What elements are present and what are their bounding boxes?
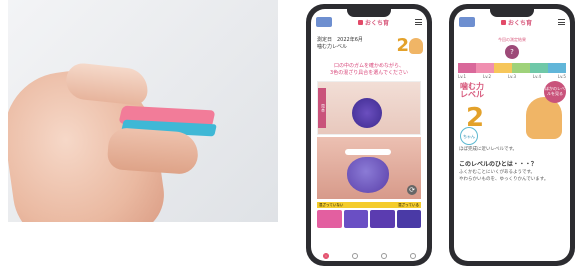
app-title: おくち育 — [357, 18, 389, 27]
sample-label: 見本 — [318, 88, 326, 128]
phone-screen-2: おくち育 今回の測定結果 ? Lv.1 Lv.2 Lv.3 Lv.4 Lv.5 … — [454, 9, 570, 261]
app-logo[interactable] — [459, 17, 475, 27]
tab-2[interactable] — [351, 253, 358, 259]
sample-tongue — [352, 98, 382, 128]
swatch-2[interactable] — [343, 210, 368, 228]
scale-seg-6 — [548, 63, 566, 73]
scale-seg-1 — [458, 63, 476, 73]
mix-scale-labels: 混ざっていない 混ざっている — [317, 202, 421, 208]
refresh-icon[interactable]: ⟳ — [407, 185, 417, 195]
tab-bar — [311, 253, 427, 259]
phone-frame-2: おくち育 今回の測定結果 ? Lv.1 Lv.2 Lv.3 Lv.4 Lv.5 … — [449, 4, 575, 266]
app-title-icon — [500, 19, 506, 25]
phone-frame-1: おくち育 測定日 2022年6月 噛む力レベル 2 口の中のガムを確かめながら、… — [306, 4, 432, 266]
notch — [490, 9, 534, 17]
tongue — [347, 157, 389, 193]
other-levels-badge[interactable]: ほかのレベルを見る — [544, 81, 566, 103]
scale-seg-4 — [512, 63, 530, 73]
level-caption: ほぼ完成に近いレベルです。 — [459, 147, 518, 152]
result-pin: ? — [505, 45, 519, 59]
cat-mascot-icon — [526, 97, 562, 139]
swatch-3[interactable] — [370, 210, 395, 228]
app-title: おくち育 — [500, 18, 532, 27]
menu-icon[interactable] — [557, 19, 565, 25]
section-body: ふくかむことにいくがあるようです。 やわらかいものを、ゆっくりかんでいます。 — [459, 170, 549, 183]
finger — [106, 126, 200, 176]
notch — [347, 9, 391, 17]
measure-info: 測定日 2022年6月 噛む力レベル 2 — [311, 35, 427, 61]
chew-level-title: 噛む力 レベル — [460, 82, 484, 100]
section-heading: このレベルのひとは・・・？ — [459, 161, 537, 169]
tab-4[interactable] — [409, 253, 416, 259]
level-number: 2 — [396, 35, 409, 56]
scale-seg-5 — [530, 63, 548, 73]
color-swatches — [317, 210, 421, 228]
menu-icon[interactable] — [414, 19, 422, 25]
level-scale — [458, 63, 566, 73]
app-logo[interactable] — [316, 17, 332, 27]
cat-mascot-icon — [409, 38, 423, 54]
swatch-1[interactable] — [317, 210, 342, 228]
product-photo — [8, 0, 278, 222]
teeth — [345, 149, 391, 155]
tab-3[interactable] — [380, 253, 387, 259]
scale-seg-2 — [476, 63, 494, 73]
phone-screen-1: おくち育 測定日 2022年6月 噛む力レベル 2 口の中のガムを確かめながら、… — [311, 9, 427, 261]
tab-1[interactable] — [322, 253, 329, 259]
sample-image: 見本 — [317, 81, 421, 135]
name-circle: ちゃん — [460, 127, 478, 145]
scale-ticks: Lv.1 Lv.2 Lv.3 Lv.4 Lv.5 — [458, 74, 566, 79]
scale-seg-3 — [494, 63, 512, 73]
swatch-4[interactable] — [396, 210, 421, 228]
camera-image: ⟳ — [317, 137, 421, 199]
gauge-title: 今回の測定結果 — [498, 37, 526, 42]
chew-level-card: 噛む力 レベル 2 ちゃん ほかのレベルを見る — [458, 81, 566, 145]
instruction: 口の中のガムを確かめながら、 3色の混ざり具合を選んでください — [330, 63, 408, 76]
app-title-icon — [357, 19, 363, 25]
